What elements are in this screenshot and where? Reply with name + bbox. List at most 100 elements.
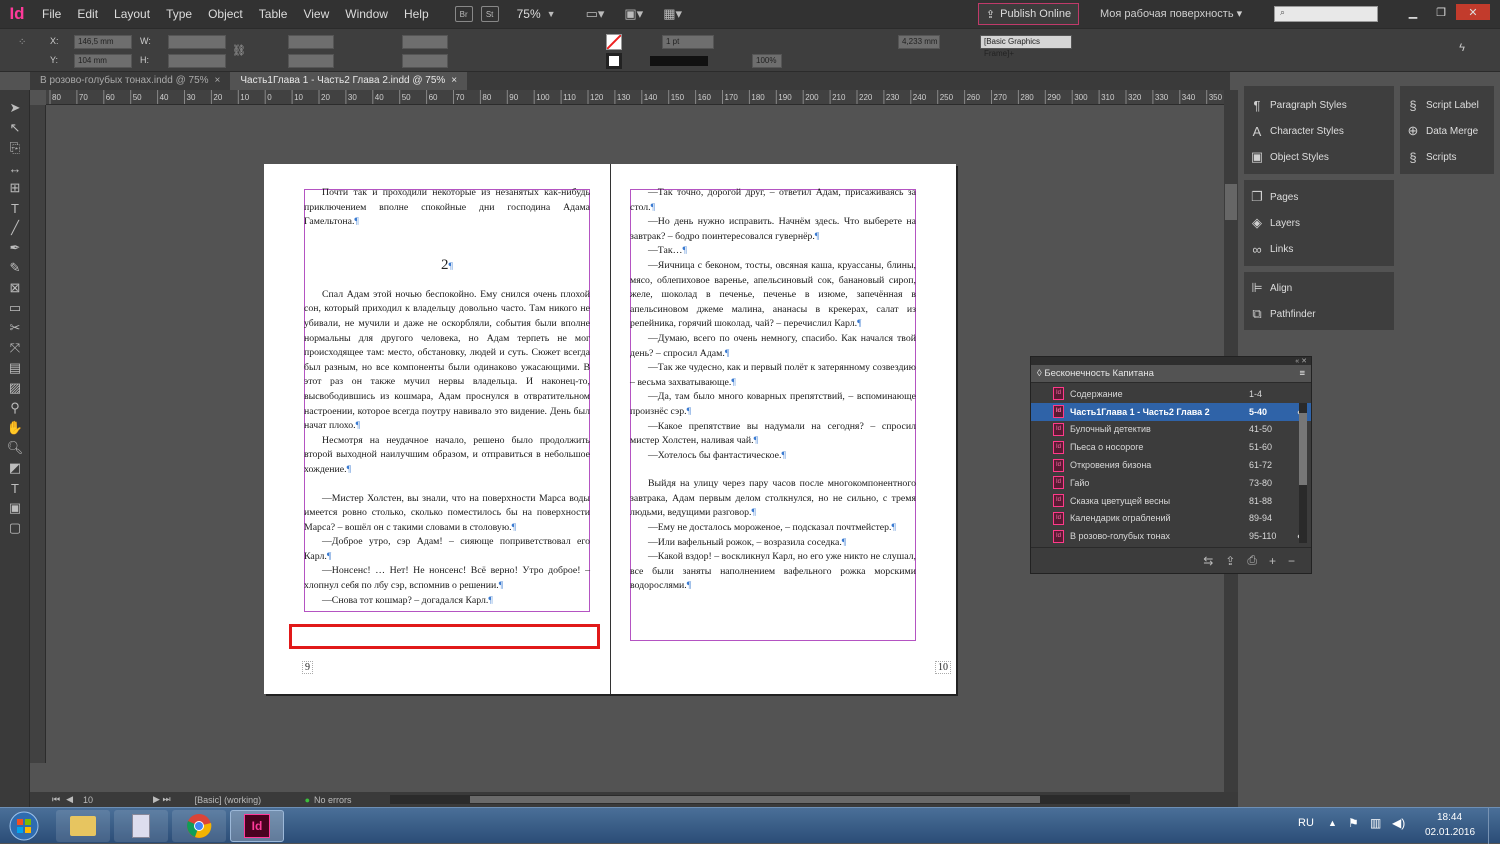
menu-view[interactable]: View xyxy=(295,0,337,28)
line-tool-icon[interactable]: ╱ xyxy=(0,218,30,238)
stroke-swatch[interactable] xyxy=(606,53,622,69)
zoom-tool-icon[interactable]: 🔍︎ xyxy=(0,438,30,458)
panel-titlebar[interactable]: « ✕ xyxy=(1031,357,1311,365)
book-document-row[interactable]: Id Гайо 73-80 xyxy=(1031,474,1311,492)
rotate-field[interactable] xyxy=(402,35,448,49)
rectangle-frame-tool-icon[interactable]: ⊠ xyxy=(0,278,30,298)
right-page[interactable]: —Так точно, дорогой друг, – ответил Адам… xyxy=(610,164,956,694)
volume-icon[interactable]: ◀) xyxy=(1392,816,1405,830)
panel-script-label[interactable]: § Script Label xyxy=(1400,92,1494,118)
panel-align[interactable]: ⊫ Align xyxy=(1244,275,1394,301)
note-tool-icon[interactable]: ▨ xyxy=(0,378,30,398)
book-document-row[interactable]: Id Содержание 1-4 xyxy=(1031,385,1311,403)
panel-scripts[interactable]: § Scripts xyxy=(1400,144,1494,170)
rectangle-tool-icon[interactable]: ▭ xyxy=(0,298,30,318)
workspace-switcher[interactable]: Моя рабочая поверхность ▾ xyxy=(1100,7,1242,20)
close-button[interactable]: ✕ xyxy=(1456,4,1490,20)
fill-stroke-icon[interactable]: ◩ xyxy=(0,458,30,478)
book-document-row[interactable]: Id Пьеса о носороге 51-60 xyxy=(1031,438,1311,456)
panel-pathfinder[interactable]: ⧉ Pathfinder xyxy=(1244,301,1394,327)
close-tab-icon[interactable]: × xyxy=(215,75,221,86)
lightning-icon[interactable]: ϟ xyxy=(1455,41,1469,55)
scroll-thumb[interactable] xyxy=(470,796,1040,803)
tray-expand-icon[interactable]: ▲ xyxy=(1328,818,1337,828)
scale-x-field[interactable] xyxy=(288,35,334,49)
constrain-proportions-icon[interactable]: ⛓ xyxy=(232,44,246,58)
book-scrollbar[interactable] xyxy=(1299,403,1307,543)
measure-field[interactable]: 4,233 mm xyxy=(898,35,940,49)
search-input[interactable]: ⌕ xyxy=(1274,6,1378,22)
shear-field[interactable] xyxy=(402,54,448,68)
publish-online-button[interactable]: ⇪ Publish Online xyxy=(978,3,1079,25)
restore-button[interactable]: ❐ xyxy=(1428,4,1454,20)
synchronize-icon[interactable]: ⇆ xyxy=(1203,554,1213,568)
page-number-field[interactable]: 10 xyxy=(83,795,153,805)
panel-data-merge[interactable]: ⊕ Data Merge xyxy=(1400,118,1494,144)
show-desktop-button[interactable] xyxy=(1488,808,1500,844)
menu-file[interactable]: File xyxy=(34,0,69,28)
clock-date[interactable]: 02.01.2016 xyxy=(1425,827,1475,838)
clock-time[interactable]: 18:44 xyxy=(1437,812,1462,823)
page-first-icon[interactable]: ⏮ xyxy=(52,794,60,805)
print-book-icon[interactable]: ⎙ xyxy=(1247,553,1257,568)
direct-selection-tool-icon[interactable]: ↖ xyxy=(0,118,30,138)
book-document-row[interactable]: IdЧасть1Глава 1 - Часть2 Глава 25-40● xyxy=(1031,402,1311,421)
action-center-icon[interactable]: ⚑ xyxy=(1348,816,1359,830)
arrange-documents-icon[interactable]: ▦▾ xyxy=(663,6,682,22)
book-document-row[interactable]: Id Откровения бизона 61-72 xyxy=(1031,456,1311,474)
menu-object[interactable]: Object xyxy=(200,0,251,28)
menu-layout[interactable]: Layout xyxy=(106,0,158,28)
preflight-errors[interactable]: No errors xyxy=(314,795,384,805)
eyedropper-tool-icon[interactable]: ⚲ xyxy=(0,398,30,418)
book-document-row[interactable]: Id Булочный детектив 41-50 xyxy=(1031,421,1311,439)
x-field[interactable]: 146,5 mm xyxy=(74,35,132,49)
scroll-thumb[interactable] xyxy=(1299,413,1307,485)
view-options-icon[interactable]: ▭▾ xyxy=(586,6,605,22)
stroke-type-select[interactable] xyxy=(650,56,708,66)
h-field[interactable] xyxy=(168,54,226,68)
explorer-taskbar-button[interactable] xyxy=(56,810,110,842)
stock-button[interactable]: St xyxy=(480,6,499,22)
tab-document-1[interactable]: В розово-голубых тонах.indd @ 75% × xyxy=(30,72,230,90)
menu-window[interactable]: Window xyxy=(337,0,396,28)
menu-edit[interactable]: Edit xyxy=(69,0,106,28)
page-prev-icon[interactable]: ◀ xyxy=(66,794,73,805)
book-panel[interactable]: « ✕ ◊ Бесконечность Капитана ≡ Id Содержан… xyxy=(1030,356,1312,574)
selection-tool-icon[interactable]: ➤ xyxy=(0,98,30,118)
opacity-field[interactable]: 100% xyxy=(752,54,782,68)
free-transform-tool-icon[interactable]: ⤧ xyxy=(0,338,30,358)
scroll-thumb[interactable] xyxy=(1225,184,1237,220)
book-document-row[interactable]: IdВ розово-голубых тонах95-110● xyxy=(1031,527,1311,545)
horizontal-scrollbar[interactable] xyxy=(390,795,1130,804)
menu-help[interactable]: Help xyxy=(396,0,437,28)
stroke-weight-field[interactable]: 1 pt xyxy=(662,35,714,49)
scissors-tool-icon[interactable]: ✂ xyxy=(0,318,30,338)
network-icon[interactable]: ▥ xyxy=(1370,816,1381,830)
page-next-icon[interactable]: ▶ ⏭ xyxy=(153,794,171,805)
pen-tool-icon[interactable]: ✒ xyxy=(0,238,30,258)
minimize-button[interactable]: ▁ xyxy=(1400,4,1426,20)
y-field[interactable]: 104 mm xyxy=(74,54,132,68)
book-document-row[interactable]: Id Календарик ограблений 89-94 xyxy=(1031,510,1311,528)
panel-links[interactable]: ∞ Links xyxy=(1244,236,1394,262)
book-document-row[interactable]: Id Сказка цветущей весны 81-88 xyxy=(1031,492,1311,510)
formatting-icon[interactable]: T xyxy=(0,478,30,498)
panel-object-styles[interactable]: ▣ Object Styles xyxy=(1244,144,1394,170)
panel-layers[interactable]: ◈ Layers xyxy=(1244,210,1394,236)
w-field[interactable] xyxy=(168,35,226,49)
gradient-tool-icon[interactable]: ▤ xyxy=(0,358,30,378)
hand-tool-icon[interactable]: ✋ xyxy=(0,418,30,438)
panel-paragraph-styles[interactable]: ¶ Paragraph Styles xyxy=(1244,92,1394,118)
fill-swatch[interactable] xyxy=(606,34,622,50)
gap-tool-icon[interactable]: ↔ xyxy=(0,158,30,178)
remove-document-icon[interactable]: − xyxy=(1288,554,1295,568)
screen-mode-icon[interactable]: ▣▾ xyxy=(624,6,643,22)
indesign-taskbar-button[interactable]: Id xyxy=(230,810,284,842)
calculator-taskbar-button[interactable] xyxy=(114,810,168,842)
tab-document-2[interactable]: Часть1Глава 1 - Часть2 Глава 2.indd @ 75… xyxy=(230,72,468,90)
add-document-icon[interactable]: + xyxy=(1269,554,1276,568)
bridge-button[interactable]: Br xyxy=(454,6,473,22)
pencil-tool-icon[interactable]: ✎ xyxy=(0,258,30,278)
language-indicator[interactable]: RU xyxy=(1298,817,1314,829)
content-collector-icon[interactable]: ⊞ xyxy=(0,178,30,198)
